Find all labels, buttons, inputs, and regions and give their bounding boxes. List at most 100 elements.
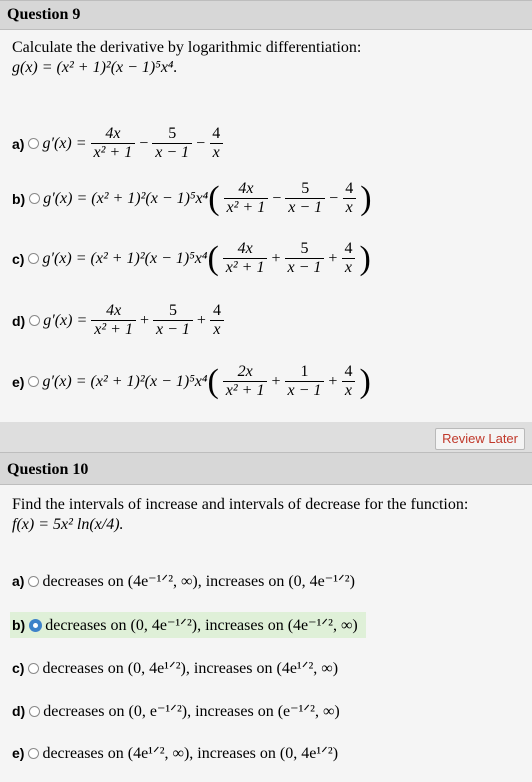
- choice-letter: e): [12, 373, 25, 390]
- fraction: 5x − 1: [153, 302, 193, 339]
- denominator: x − 1: [284, 381, 325, 400]
- radio-button[interactable]: [28, 138, 40, 149]
- operator: −: [329, 189, 339, 207]
- operator: +: [328, 249, 338, 267]
- radio-button[interactable]: [29, 193, 41, 204]
- choice-lhs: g′(x) = (x² + 1)²(x − 1)⁵x⁴: [42, 249, 208, 267]
- choice-letter: c): [12, 660, 25, 676]
- numerator: 2x: [237, 363, 253, 380]
- choice-text: decreases on (0, e⁻¹ᐟ²), increases on (e…: [43, 703, 340, 720]
- denominator: x: [341, 258, 355, 277]
- q9-choice-d[interactable]: d) g′(x) = 4x x² + 1 + 5x − 1 + 4x: [12, 302, 228, 339]
- q9-choice-a[interactable]: a) g′(x) = 4x x² + 1 − 5x − 1 − 4x: [12, 125, 227, 162]
- fraction: 4x x² + 1: [91, 302, 136, 339]
- radio-button[interactable]: [28, 376, 40, 387]
- fraction: 4x x² + 1: [223, 180, 269, 217]
- choice-text: decreases on (0, 4e⁻¹ᐟ²), increases on (…: [45, 617, 358, 634]
- choice-letter: a): [12, 573, 25, 589]
- choice-letter: b): [12, 190, 26, 207]
- operator: −: [139, 134, 149, 152]
- fraction: 4x: [341, 363, 355, 400]
- choice-letter: b): [12, 617, 26, 633]
- denominator: x² + 1: [222, 381, 268, 400]
- q10-choice-a[interactable]: a) decreases on (4e⁻¹ᐟ², ∞), increases o…: [12, 569, 355, 593]
- q9-choice-e[interactable]: e) g′(x) = (x² + 1)²(x − 1)⁵x⁴ ( 2x x² + …: [12, 363, 371, 400]
- q10-choice-b[interactable]: b) decreases on (0, 4e⁻¹ᐟ²), increases o…: [10, 612, 366, 638]
- denominator: x: [341, 381, 355, 400]
- choice-lhs: g′(x) = (x² + 1)²(x − 1)⁵x⁴: [42, 372, 208, 390]
- denominator: x² + 1: [222, 258, 268, 277]
- denominator: x − 1: [153, 320, 193, 339]
- function-text: f(x) = 5x² ln(x/4).: [12, 516, 124, 533]
- choice-letter: e): [12, 745, 25, 761]
- numerator: 4: [212, 302, 221, 319]
- prompt-text: Find the intervals of increase and inter…: [12, 496, 469, 513]
- numerator: 4x: [106, 302, 122, 319]
- denominator: x − 1: [285, 198, 326, 217]
- numerator: 4x: [238, 180, 254, 197]
- review-later-button[interactable]: Review Later: [435, 428, 525, 450]
- question-9-header: Question 9: [0, 0, 532, 30]
- q10-choice-c[interactable]: c) decreases on (0, 4e¹ᐟ²), increases on…: [12, 656, 338, 680]
- operator: −: [196, 134, 206, 152]
- denominator: x² + 1: [91, 320, 136, 339]
- denominator: x: [209, 143, 223, 162]
- fraction: 4x: [341, 240, 355, 277]
- numerator: 1: [300, 363, 309, 380]
- operator: +: [196, 311, 206, 329]
- numerator: 4: [344, 363, 353, 380]
- radio-button[interactable]: [28, 747, 40, 759]
- fraction: 1x − 1: [284, 363, 325, 400]
- numerator: 5: [301, 180, 310, 197]
- operator: +: [271, 249, 281, 267]
- choice-text: decreases on (4e¹ᐟ², ∞), increases on (0…: [42, 745, 339, 762]
- choice-letter: a): [12, 135, 25, 152]
- radio-button-selected[interactable]: [29, 618, 43, 632]
- numerator: 4x: [237, 240, 253, 257]
- radio-button[interactable]: [29, 705, 41, 717]
- fraction: 5x − 1: [285, 180, 326, 217]
- question-10-body: Find the intervals of increase and inter…: [0, 485, 532, 782]
- question-9-title: Question 9: [7, 6, 81, 23]
- radio-button[interactable]: [29, 315, 41, 326]
- denominator: x − 1: [152, 143, 193, 162]
- denominator: x − 1: [284, 258, 325, 277]
- choice-lhs: g′(x) =: [43, 311, 88, 329]
- q10-choice-e[interactable]: e) decreases on (4e¹ᐟ², ∞), increases on…: [12, 741, 338, 765]
- numerator: 4: [212, 125, 221, 142]
- fraction: 5x − 1: [284, 240, 325, 277]
- fraction: 4x x² + 1: [90, 125, 136, 162]
- operator: +: [328, 372, 338, 390]
- radio-button[interactable]: [28, 253, 40, 264]
- denominator: x: [210, 320, 224, 339]
- fraction: 4x: [209, 125, 223, 162]
- fraction: 4x: [342, 180, 356, 217]
- question-10-title: Question 10: [7, 461, 89, 478]
- operator: +: [139, 311, 150, 329]
- operator: −: [272, 189, 282, 207]
- question-9-prompt: Calculate the derivative by logarithmic …: [12, 38, 361, 78]
- fraction: 4x: [210, 302, 224, 339]
- choice-lhs: g′(x) = (x² + 1)²(x − 1)⁵x⁴: [43, 189, 209, 207]
- radio-button[interactable]: [28, 575, 40, 587]
- numerator: 4x: [105, 125, 121, 142]
- operator: +: [271, 372, 281, 390]
- question-10-prompt: Find the intervals of increase and inter…: [12, 495, 468, 535]
- q9-choice-b[interactable]: b) g′(x) = (x² + 1)²(x − 1)⁵x⁴ ( 4x x² + …: [12, 180, 372, 217]
- choice-lhs: g′(x) =: [42, 134, 87, 152]
- numerator: 5: [168, 302, 177, 319]
- q9-choice-c[interactable]: c) g′(x) = (x² + 1)²(x − 1)⁵x⁴ ( 4x x² + …: [12, 240, 371, 277]
- question-9-body: Calculate the derivative by logarithmic …: [0, 30, 532, 452]
- fraction: 2x x² + 1: [222, 363, 268, 400]
- denominator: x² + 1: [223, 198, 269, 217]
- choice-letter: d): [12, 312, 26, 329]
- prompt-text: Calculate the derivative by logarithmic …: [12, 39, 362, 56]
- denominator: x² + 1: [90, 143, 136, 162]
- fraction: 5x − 1: [152, 125, 193, 162]
- question-10-header: Question 10: [0, 452, 532, 485]
- choice-text: decreases on (4e⁻¹ᐟ², ∞), increases on (…: [42, 573, 355, 590]
- numerator: 4: [345, 180, 354, 197]
- q10-choice-d[interactable]: d) decreases on (0, e⁻¹ᐟ²), increases on…: [12, 699, 340, 723]
- radio-button[interactable]: [28, 662, 40, 674]
- numerator: 5: [168, 125, 177, 142]
